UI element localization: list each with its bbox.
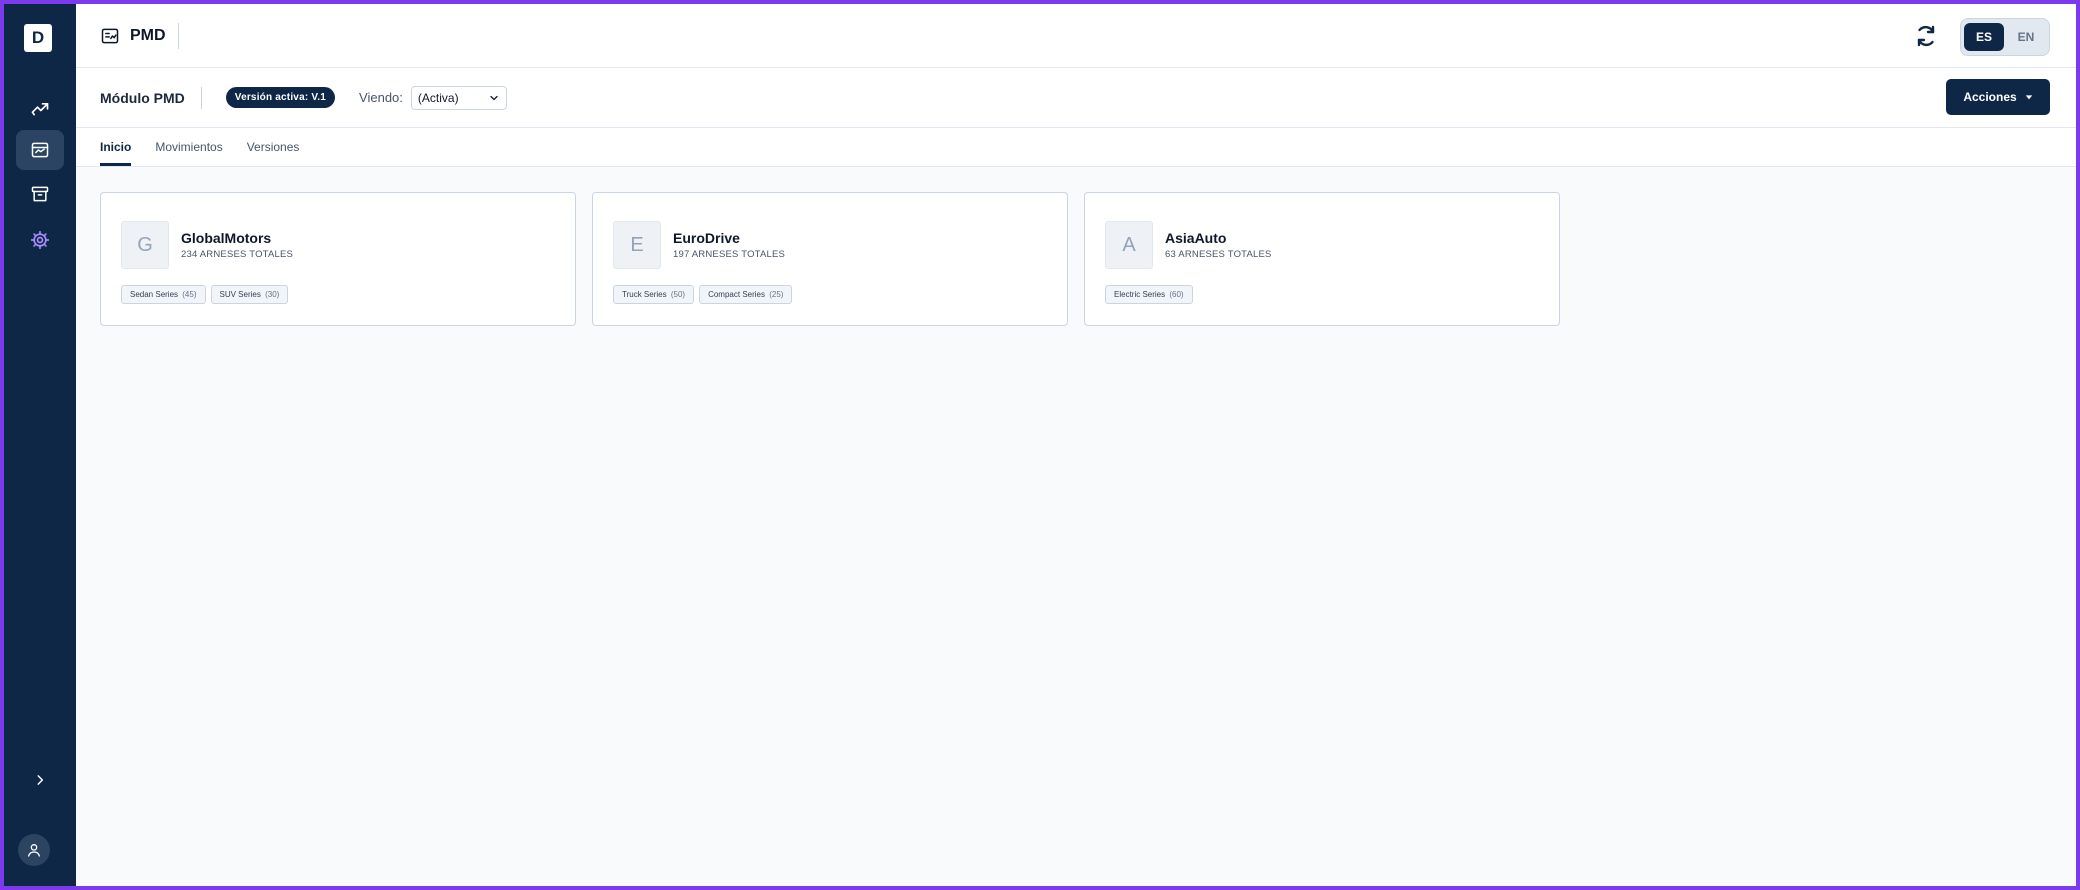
brand-avatar: E — [613, 221, 661, 269]
card-header: G GlobalMotors 234 ARNESES TOTALES — [121, 221, 555, 269]
module-divider — [200, 86, 202, 109]
series-tag[interactable]: Truck Series (50) — [613, 285, 695, 304]
series-tag-count: (45) — [182, 290, 197, 299]
module-title: Módulo PMD — [100, 89, 185, 106]
main-area: PMD ES EN Módulo PMD Versión activa: V.1… — [76, 4, 2076, 886]
brand-info: AsiaAuto 63 ARNESES TOTALES — [1165, 230, 1272, 260]
version-select[interactable]: (Activa) — [410, 85, 507, 110]
gear-icon — [30, 230, 50, 250]
trending-icon — [31, 103, 49, 116]
dashboard-card-icon — [31, 142, 49, 158]
card-header: E EuroDrive 197 ARNESES TOTALES — [613, 221, 1047, 269]
actions-label: Acciones — [1963, 90, 2017, 104]
caret-down-icon — [2025, 95, 2032, 100]
expand-sidebar-button[interactable] — [28, 768, 52, 792]
top-bar: PMD ES EN — [76, 4, 2076, 68]
series-tag[interactable]: Sedan Series (45) — [121, 285, 206, 304]
series-tag-count: (50) — [670, 290, 686, 299]
tab-bar: Inicio Movimientos Versiones — [76, 128, 2076, 167]
sidebar-item-settings[interactable] — [16, 220, 64, 260]
user-icon — [28, 844, 40, 857]
archive-icon — [31, 186, 49, 202]
actions-button[interactable]: Acciones — [1946, 79, 2050, 115]
series-tag-count: (25) — [769, 290, 784, 299]
language-option-en[interactable]: EN — [2006, 23, 2046, 51]
brand-count: 234 ARNESES TOTALES — [181, 249, 294, 260]
series-tag-label: Electric Series — [1114, 290, 1166, 299]
brand-card-list: G GlobalMotors 234 ARNESES TOTALES Sedan… — [100, 192, 1560, 326]
series-tag-label: SUV Series — [219, 290, 261, 299]
sidebar-item-archive[interactable] — [16, 174, 64, 214]
series-tag-label: Compact Series — [708, 290, 765, 299]
sidebar-item-analytics[interactable] — [16, 88, 64, 128]
language-option-es[interactable]: ES — [1964, 23, 2004, 51]
series-tag-label: Sedan Series — [130, 290, 179, 299]
brand-card[interactable]: E EuroDrive 197 ARNESES TOTALES Truck Se… — [592, 192, 1068, 326]
tab-inicio[interactable]: Inicio — [100, 128, 132, 166]
version-badge: Versión activa: V.1 — [225, 87, 336, 108]
app-name: PMD — [130, 26, 166, 44]
app-window: D PMD ES EN Módulo PMD Versión activa: V… — [4, 4, 2076, 886]
tab-versiones[interactable]: Versiones — [247, 128, 300, 166]
brand-count: 63 ARNESES TOTALES — [1165, 249, 1272, 260]
tab-movimientos[interactable]: Movimientos — [155, 128, 222, 166]
series-tag-count: (30) — [265, 290, 280, 299]
series-tags: Electric Series (60) — [1105, 285, 1539, 304]
brand-card[interactable]: A AsiaAuto 63 ARNESES TOTALES Electric S… — [1084, 192, 1560, 326]
brand-avatar: G — [121, 221, 169, 269]
viewing-label: Viendo: — [359, 90, 403, 105]
brand-count: 197 ARNESES TOTALES — [673, 249, 786, 260]
brand-name: GlobalMotors — [181, 230, 272, 246]
brand-card[interactable]: G GlobalMotors 234 ARNESES TOTALES Sedan… — [100, 192, 576, 326]
card-header: A AsiaAuto 63 ARNESES TOTALES — [1105, 221, 1539, 269]
series-tag[interactable]: Compact Series (25) — [699, 285, 793, 304]
brand-name: AsiaAuto — [1165, 230, 1227, 246]
language-toggle: ES EN — [1960, 18, 2050, 56]
user-avatar[interactable] — [18, 834, 50, 866]
brand-avatar: A — [1105, 221, 1153, 269]
module-bar: Módulo PMD Versión activa: V.1 Viendo: (… — [76, 68, 2076, 128]
chevron-right-icon — [37, 775, 44, 785]
series-tags: Truck Series (50) Compact Series (25) — [613, 285, 1047, 304]
series-tag[interactable]: SUV Series (30) — [210, 285, 289, 304]
sidebar: D — [4, 4, 76, 886]
series-tag-count: (60) — [1169, 290, 1184, 299]
series-tags: Sedan Series (45) SUV Series (30) — [121, 285, 555, 304]
sidebar-item-pmd[interactable] — [16, 130, 64, 170]
version-select-value: (Activa) — [417, 90, 459, 105]
series-tag[interactable]: Electric Series (60) — [1105, 285, 1193, 304]
logo[interactable]: D — [24, 24, 52, 52]
brand-info: GlobalMotors 234 ARNESES TOTALES — [181, 230, 293, 260]
brand-info: EuroDrive 197 ARNESES TOTALES — [673, 230, 785, 260]
series-tag-label: Truck Series — [622, 290, 667, 299]
dashboard-card-icon — [101, 28, 119, 43]
refresh-icon[interactable] — [1914, 24, 1938, 48]
topbar-divider — [177, 22, 179, 49]
chevron-down-icon — [490, 95, 498, 100]
brand-name: EuroDrive — [673, 230, 740, 246]
